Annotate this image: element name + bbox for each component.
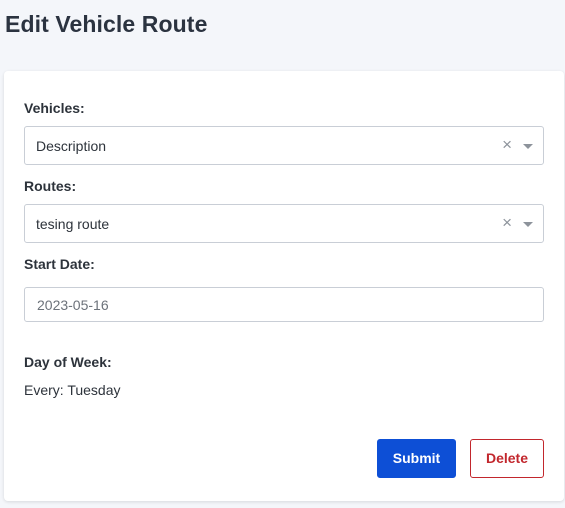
start-date-input[interactable] (24, 287, 544, 322)
chevron-down-icon[interactable] (523, 222, 533, 227)
vehicles-label: Vehicles: (24, 100, 85, 116)
edit-route-card: Vehicles: Description × Routes: tesing r… (4, 71, 564, 501)
start-date-label: Start Date: (24, 256, 95, 272)
routes-select[interactable]: tesing route × (24, 204, 544, 243)
close-icon[interactable]: × (502, 213, 512, 233)
chevron-down-icon[interactable] (523, 144, 533, 149)
close-icon[interactable]: × (502, 135, 512, 155)
routes-select-value: tesing route (36, 216, 110, 232)
vehicles-select-value: Description (36, 138, 107, 154)
submit-button[interactable]: Submit (377, 439, 456, 478)
day-of-week-value: Every: Tuesday (24, 382, 121, 398)
delete-button[interactable]: Delete (470, 439, 544, 478)
routes-label: Routes: (24, 178, 77, 194)
vehicles-select[interactable]: Description × (24, 126, 544, 165)
page-title: Edit Vehicle Route (5, 11, 208, 37)
day-of-week-label: Day of Week: (24, 354, 112, 370)
